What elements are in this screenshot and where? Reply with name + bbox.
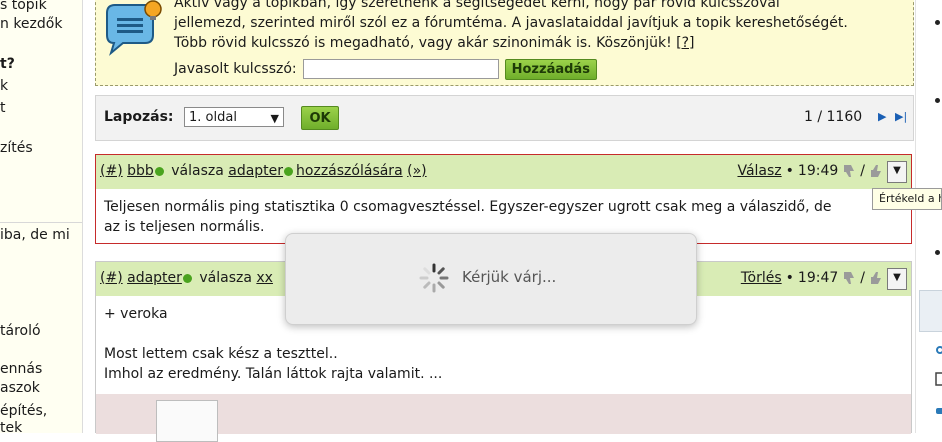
attachment-thumbnail[interactable] bbox=[156, 400, 218, 442]
online-status-icon bbox=[284, 166, 294, 176]
sidebar-item[interactable]: k bbox=[0, 78, 8, 94]
page-select[interactable]: 1. oldal ▼ bbox=[184, 107, 284, 127]
last-page-icon[interactable]: ▶| bbox=[895, 110, 907, 123]
instruction-line: Aktív vagy a topikban, így szeretnénk a … bbox=[174, 0, 780, 11]
left-sidebar: s topik n kezdők t? k t zítés iba, de mi… bbox=[0, 0, 83, 433]
keyword-input[interactable] bbox=[302, 59, 499, 79]
keyword-input-label: Javasolt kulcsszó: bbox=[174, 61, 297, 77]
post-header: (#) bbb válasza adapter hozzászólására (»… bbox=[96, 155, 911, 189]
post-text-line: Teljesen normális ping statisztika 0 cso… bbox=[104, 199, 832, 215]
right-sidebar bbox=[915, 0, 942, 433]
page-counter: 1 / 1160 bbox=[804, 109, 863, 125]
document-icon[interactable] bbox=[935, 372, 942, 386]
author-link[interactable]: bbb bbox=[127, 163, 154, 179]
loading-text: Kérjük várj... bbox=[462, 268, 557, 286]
instruction-line: Több rövid kulcsszó is megadható, vagy a… bbox=[174, 35, 695, 51]
sidebar-divider bbox=[0, 222, 82, 223]
thumbs-down-icon[interactable] bbox=[842, 164, 856, 178]
reply-word: válasza bbox=[199, 270, 252, 286]
speech-bubble-bulb-icon bbox=[106, 0, 162, 56]
sidebar-heading: t? bbox=[0, 56, 15, 72]
sidebar-item[interactable]: tek bbox=[0, 420, 22, 433]
pagination-bar: Lapozás: 1. oldal ▼ OK 1 / 1160 ▶ ▶| bbox=[95, 95, 914, 141]
online-status-icon bbox=[182, 273, 192, 283]
sidebar-item[interactable]: t bbox=[0, 100, 6, 116]
author-link[interactable]: adapter bbox=[127, 270, 182, 286]
sidebar-item[interactable]: s topik bbox=[0, 0, 47, 13]
reply-word: válasza bbox=[171, 163, 224, 179]
keyword-instructions: Aktív vagy a topikban, így szeretnénk a … bbox=[174, 0, 914, 53]
sidebar-item[interactable]: tároló bbox=[0, 323, 41, 339]
keyword-suggestion-box: Aktív vagy a topikban, így szeretnénk a … bbox=[95, 0, 914, 86]
sidebar-item[interactable]: ennás bbox=[0, 361, 42, 377]
reply-link[interactable]: Válasz bbox=[737, 163, 781, 179]
sidebar-item[interactable]: iba, de mi bbox=[0, 227, 70, 243]
thumbs-up-icon[interactable] bbox=[869, 271, 883, 285]
chevron-down-icon: ▼ bbox=[270, 112, 279, 125]
post-permalink[interactable]: (#) bbox=[100, 270, 123, 286]
rating-tooltip: Értékeld a h bbox=[872, 188, 942, 210]
forum-post: (#) bbb válasza adapter hozzászólására (»… bbox=[95, 154, 912, 244]
post-menu-button[interactable]: ▼ bbox=[887, 161, 907, 183]
keyword-form: Javasolt kulcsszó: Hozzáadás bbox=[174, 57, 597, 81]
target-user-link[interactable]: adapter bbox=[228, 163, 283, 179]
loading-dialog: Kérjük várj... bbox=[285, 233, 697, 325]
list-bullet bbox=[935, 98, 940, 103]
post-time: 19:47 bbox=[797, 270, 839, 286]
online-status-icon bbox=[154, 166, 164, 176]
sidebar-item[interactable]: építés, bbox=[0, 403, 47, 419]
help-link[interactable]: [?] bbox=[676, 35, 694, 51]
sidebar-item[interactable]: aszok bbox=[0, 380, 40, 396]
chat-icon[interactable] bbox=[935, 405, 942, 419]
post-body: Teljesen normális ping statisztika 0 cso… bbox=[96, 197, 911, 237]
loading-spinner-icon bbox=[419, 263, 449, 293]
context-link[interactable]: (») bbox=[407, 163, 427, 179]
thumbs-up-icon[interactable] bbox=[869, 164, 883, 178]
link-icon[interactable] bbox=[935, 345, 942, 359]
target-user-link[interactable]: xx bbox=[256, 270, 273, 286]
sidebar-item[interactable]: zítés bbox=[0, 140, 33, 156]
list-bullet bbox=[935, 20, 940, 25]
add-keyword-button[interactable]: Hozzáadás bbox=[504, 58, 597, 80]
post-menu-button[interactable]: ▼ bbox=[887, 268, 907, 290]
ok-button[interactable]: OK bbox=[301, 106, 339, 130]
post-text-line: Most lettem csak kész a teszttel.. bbox=[104, 346, 338, 362]
sidebar-panel bbox=[919, 290, 942, 332]
reply-target-link[interactable]: hozzászólására bbox=[296, 163, 403, 179]
post-time: 19:49 bbox=[797, 163, 839, 179]
post-text-line: Imhol az eredmény. Talán láttok rajta va… bbox=[104, 366, 443, 382]
instruction-line: jellemezd, szerinted miről szól ez a fór… bbox=[174, 15, 848, 31]
post-permalink[interactable]: (#) bbox=[100, 163, 123, 179]
list-bullet bbox=[935, 250, 940, 255]
next-page-icon[interactable]: ▶ bbox=[878, 110, 886, 123]
thumbs-down-icon[interactable] bbox=[842, 271, 856, 285]
sidebar-item[interactable]: n kezdők bbox=[0, 16, 62, 32]
chevron-down-icon: ▼ bbox=[893, 165, 901, 176]
pagination-label: Lapozás: bbox=[104, 109, 174, 125]
chevron-down-icon: ▼ bbox=[893, 272, 901, 283]
post-attachment-area bbox=[96, 394, 911, 442]
post-text-line bbox=[96, 324, 911, 344]
delete-link[interactable]: Törlés bbox=[741, 270, 782, 286]
